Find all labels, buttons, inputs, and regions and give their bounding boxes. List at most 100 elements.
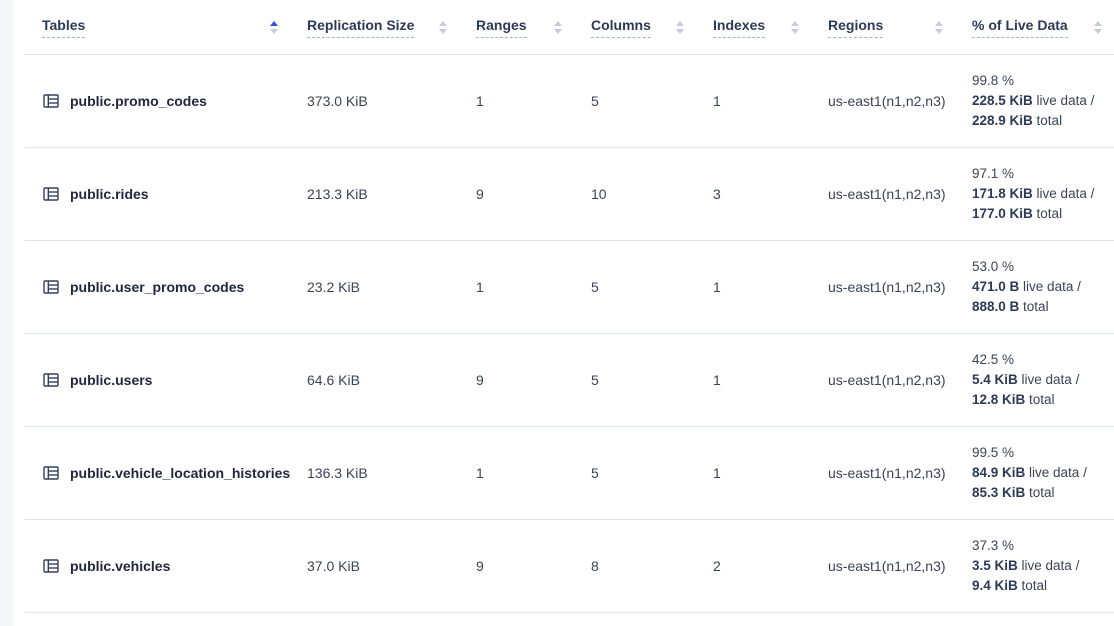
column-header-replication_size[interactable]: Replication Size bbox=[290, 0, 459, 54]
table-row[interactable]: public.rides 213.3 KiB 9 10 3 us-east1(n… bbox=[25, 148, 1114, 241]
live-data-cell: 97.1 % 171.8 KiB live data / 177.0 KiB t… bbox=[955, 164, 1114, 224]
table-name-link[interactable]: public.user_promo_codes bbox=[70, 279, 244, 295]
table-name-cell: public.vehicles bbox=[25, 557, 290, 575]
table-header-row: Tables Replication Size Ranges Columns I… bbox=[25, 0, 1114, 55]
live-data-percent: 37.3 % bbox=[972, 536, 1102, 556]
column-header-label: Replication Size bbox=[307, 17, 414, 38]
replication-size-value: 136.3 KiB bbox=[290, 465, 459, 481]
sort-arrows-icon[interactable] bbox=[791, 21, 799, 34]
indexes-value: 2 bbox=[696, 558, 811, 574]
replication-size-value: 213.3 KiB bbox=[290, 186, 459, 202]
live-data-percent: 99.5 % bbox=[972, 443, 1102, 463]
sort-asc-icon bbox=[270, 21, 278, 26]
table-name-cell: public.users bbox=[25, 371, 290, 389]
table-row[interactable]: public.promo_codes 373.0 KiB 1 5 1 us-ea… bbox=[25, 55, 1114, 148]
sort-desc-icon bbox=[935, 29, 943, 34]
table-row[interactable]: public.vehicles 37.0 KiB 9 8 2 us-east1(… bbox=[25, 520, 1114, 613]
replication-size-value: 23.2 KiB bbox=[290, 279, 459, 295]
sort-desc-icon bbox=[676, 29, 684, 34]
total-data-amount: 85.3 KiB total bbox=[972, 483, 1102, 503]
live-data-amount: 3.5 KiB live data / bbox=[972, 556, 1102, 576]
table-grid-icon bbox=[42, 557, 60, 575]
ranges-value: 1 bbox=[459, 465, 574, 481]
sort-desc-icon bbox=[1094, 29, 1102, 34]
columns-value: 5 bbox=[574, 279, 696, 295]
replication-size-value: 64.6 KiB bbox=[290, 372, 459, 388]
table-grid-icon bbox=[42, 371, 60, 389]
column-header-label: Indexes bbox=[713, 17, 765, 38]
column-header-columns[interactable]: Columns bbox=[574, 0, 696, 54]
sort-arrows-icon[interactable] bbox=[439, 21, 447, 34]
table-row[interactable]: public.user_promo_codes 23.2 KiB 1 5 1 u… bbox=[25, 241, 1114, 334]
table-body: public.promo_codes 373.0 KiB 1 5 1 us-ea… bbox=[25, 55, 1114, 613]
column-header-indexes[interactable]: Indexes bbox=[696, 0, 811, 54]
ranges-value: 9 bbox=[459, 186, 574, 202]
indexes-value: 1 bbox=[696, 279, 811, 295]
regions-value: us-east1(n1,n2,n3) bbox=[811, 372, 955, 388]
table-name-link[interactable]: public.users bbox=[70, 372, 152, 388]
regions-value: us-east1(n1,n2,n3) bbox=[811, 279, 955, 295]
page-background: Tables Replication Size Ranges Columns I… bbox=[0, 0, 1114, 626]
live-data-amount: 171.8 KiB live data / bbox=[972, 184, 1102, 204]
columns-value: 5 bbox=[574, 93, 696, 109]
live-data-percent: 97.1 % bbox=[972, 164, 1102, 184]
table-name-link[interactable]: public.vehicles bbox=[70, 558, 170, 574]
live-data-amount: 471.0 B live data / bbox=[972, 277, 1102, 297]
column-header-label: Regions bbox=[828, 17, 883, 38]
column-header-live[interactable]: % of Live Data bbox=[955, 0, 1114, 54]
regions-value: us-east1(n1,n2,n3) bbox=[811, 558, 955, 574]
total-data-amount: 9.4 KiB total bbox=[972, 576, 1102, 596]
live-data-amount: 228.5 KiB live data / bbox=[972, 91, 1102, 111]
live-data-percent: 42.5 % bbox=[972, 350, 1102, 370]
database-tables-card: Tables Replication Size Ranges Columns I… bbox=[13, 0, 1114, 626]
column-header-ranges[interactable]: Ranges bbox=[459, 0, 574, 54]
indexes-value: 1 bbox=[696, 93, 811, 109]
ranges-value: 9 bbox=[459, 372, 574, 388]
replication-size-value: 37.0 KiB bbox=[290, 558, 459, 574]
sort-asc-icon bbox=[791, 21, 799, 26]
table-name-link[interactable]: public.promo_codes bbox=[70, 93, 207, 109]
live-data-amount: 5.4 KiB live data / bbox=[972, 370, 1102, 390]
sort-asc-icon bbox=[1094, 21, 1102, 26]
total-data-amount: 228.9 KiB total bbox=[972, 111, 1102, 131]
column-header-name[interactable]: Tables bbox=[25, 0, 290, 54]
table-name-cell: public.vehicle_location_histories bbox=[25, 464, 290, 482]
ranges-value: 1 bbox=[459, 279, 574, 295]
sort-desc-icon bbox=[270, 29, 278, 34]
sort-arrows-icon[interactable] bbox=[270, 21, 278, 34]
column-header-regions[interactable]: Regions bbox=[811, 0, 955, 54]
sort-asc-icon bbox=[676, 21, 684, 26]
column-header-label: Tables bbox=[42, 17, 85, 38]
columns-value: 5 bbox=[574, 465, 696, 481]
table-name-cell: public.promo_codes bbox=[25, 92, 290, 110]
table-grid-icon bbox=[42, 185, 60, 203]
live-data-percent: 53.0 % bbox=[972, 257, 1102, 277]
tables-grid: Tables Replication Size Ranges Columns I… bbox=[25, 0, 1114, 613]
ranges-value: 1 bbox=[459, 93, 574, 109]
regions-value: us-east1(n1,n2,n3) bbox=[811, 93, 955, 109]
table-grid-icon bbox=[42, 464, 60, 482]
sort-desc-icon bbox=[791, 29, 799, 34]
sort-arrows-icon[interactable] bbox=[554, 21, 562, 34]
sort-desc-icon bbox=[554, 29, 562, 34]
ranges-value: 9 bbox=[459, 558, 574, 574]
table-name-link[interactable]: public.rides bbox=[70, 186, 149, 202]
sort-arrows-icon[interactable] bbox=[935, 21, 943, 34]
table-name-cell: public.rides bbox=[25, 185, 290, 203]
sort-asc-icon bbox=[439, 21, 447, 26]
indexes-value: 1 bbox=[696, 372, 811, 388]
live-data-cell: 42.5 % 5.4 KiB live data / 12.8 KiB tota… bbox=[955, 350, 1114, 410]
total-data-amount: 177.0 KiB total bbox=[972, 204, 1102, 224]
sort-asc-icon bbox=[554, 21, 562, 26]
column-header-label: Columns bbox=[591, 17, 651, 38]
table-row[interactable]: public.users 64.6 KiB 9 5 1 us-east1(n1,… bbox=[25, 334, 1114, 427]
table-name-cell: public.user_promo_codes bbox=[25, 278, 290, 296]
sort-arrows-icon[interactable] bbox=[1094, 21, 1102, 34]
table-grid-icon bbox=[42, 278, 60, 296]
total-data-amount: 12.8 KiB total bbox=[972, 390, 1102, 410]
indexes-value: 3 bbox=[696, 186, 811, 202]
table-name-link[interactable]: public.vehicle_location_histories bbox=[70, 465, 290, 481]
regions-value: us-east1(n1,n2,n3) bbox=[811, 465, 955, 481]
table-row[interactable]: public.vehicle_location_histories 136.3 … bbox=[25, 427, 1114, 520]
sort-arrows-icon[interactable] bbox=[676, 21, 684, 34]
